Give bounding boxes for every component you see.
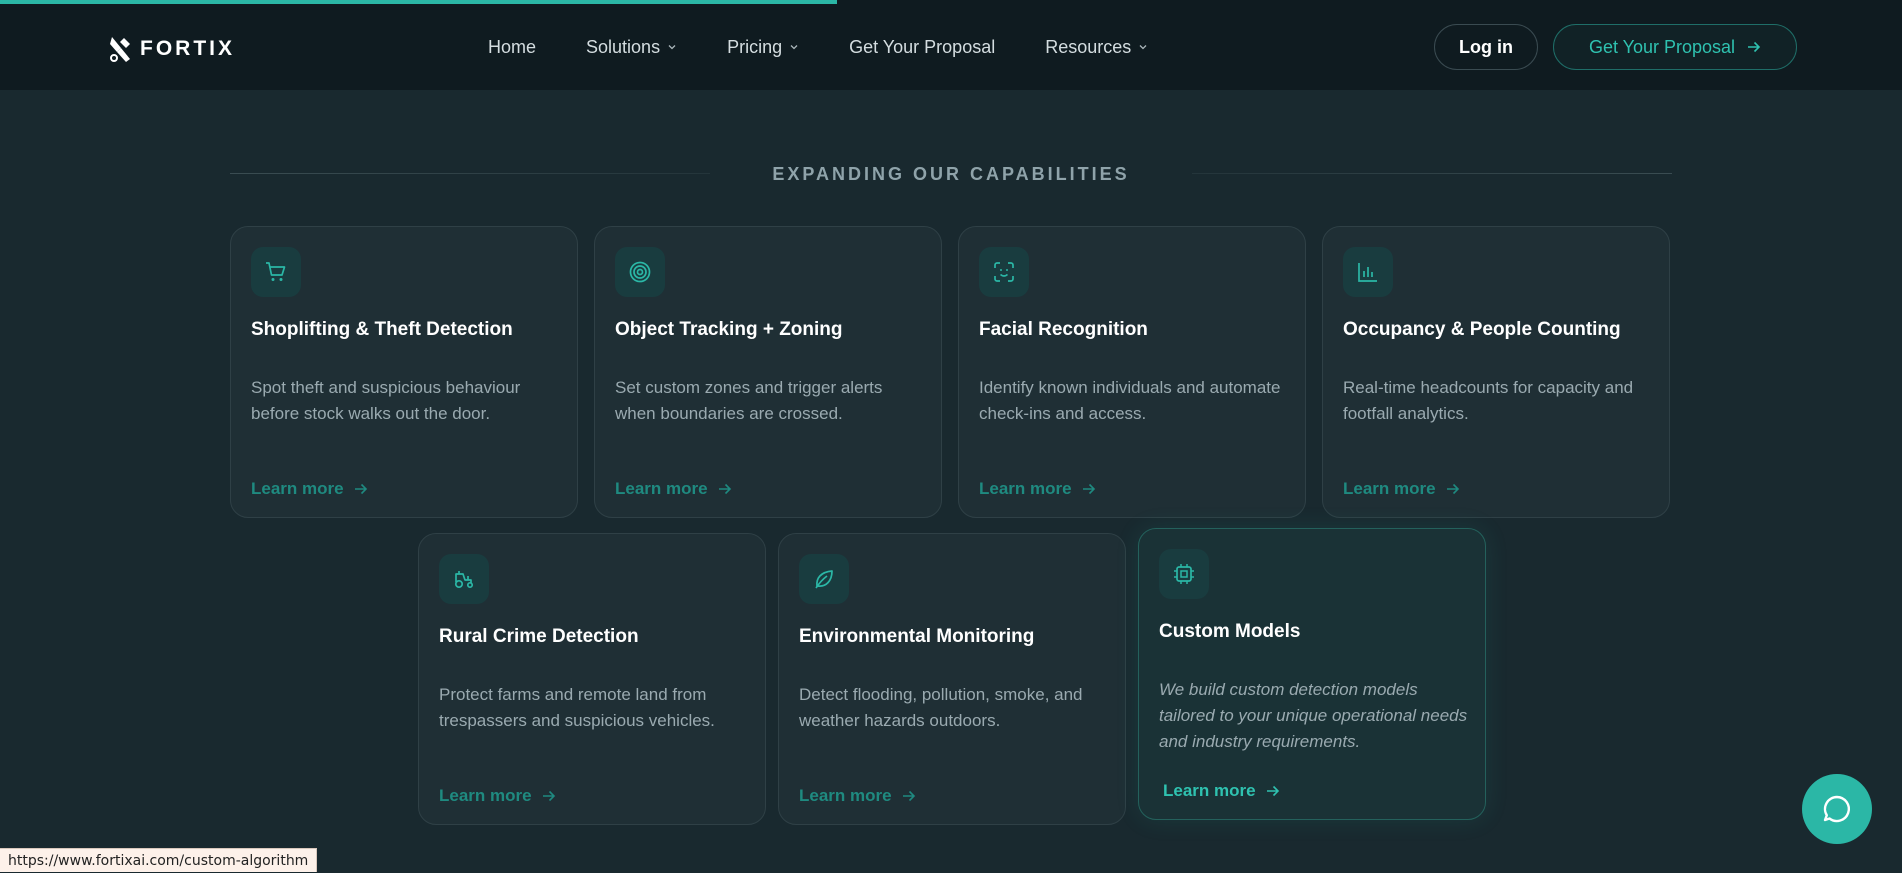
nav-solutions-label: Solutions [586, 36, 661, 57]
nav-get-your-proposal-label: Get Your Proposal [849, 36, 996, 57]
main-menu: Home Solutions Pricing Get Your Proposal… [488, 4, 1148, 90]
fortix-logo[interactable]: FORTIX [108, 34, 235, 64]
learn-more-link[interactable]: Learn more [1343, 479, 1460, 499]
divider-right [1192, 173, 1672, 174]
chat-bubble-icon [1823, 795, 1850, 823]
card-icon-box [251, 247, 301, 297]
card-custom-models[interactable]: Custom Models We build custom detection … [1138, 528, 1486, 820]
face-scan-icon [994, 262, 1014, 282]
section-title: EXPANDING OUR CAPABILITIES [772, 163, 1130, 184]
card-occupancy: Occupancy & People Counting Real-time he… [1322, 226, 1670, 518]
nav-get-your-proposal[interactable]: Get Your Proposal [849, 37, 995, 58]
nav-resources[interactable]: Resources [1045, 37, 1148, 58]
card-facial-recognition: Facial Recognition Identify known indivi… [958, 226, 1306, 518]
card-icon-box [1343, 247, 1393, 297]
bar-chart-icon [1358, 263, 1377, 282]
logo-text: FORTIX [140, 37, 235, 60]
card-title: Shoplifting & Theft Detection [251, 319, 513, 340]
learn-more-label: Learn more [1343, 479, 1436, 498]
nav-pricing-label: Pricing [727, 36, 783, 57]
learn-more-label: Learn more [251, 479, 344, 498]
top-navigation: FORTIX Home Solutions Pricing Get Your P… [0, 4, 1902, 90]
learn-more-link[interactable]: Learn more [615, 479, 732, 499]
card-description: Real-time headcounts for capacity and fo… [1343, 378, 1634, 423]
card-icon-box [799, 554, 849, 604]
card-description: We build custom detection models tailore… [1159, 680, 1468, 751]
cart-icon [266, 262, 286, 281]
card-description: Detect flooding, pollution, smoke, and w… [799, 685, 1083, 730]
card-icon-box [1159, 549, 1209, 599]
card-title: Object Tracking + Zoning [615, 319, 843, 340]
learn-more-label: Learn more [979, 479, 1072, 498]
nav-home[interactable]: Home [488, 37, 536, 58]
leaf-icon [815, 570, 833, 589]
learn-more-label: Learn more [799, 786, 892, 805]
nav-solutions[interactable]: Solutions [586, 37, 677, 58]
arrow-right-icon [718, 483, 731, 495]
chevron-down-icon [1139, 45, 1147, 50]
nav-resources-label: Resources [1045, 36, 1132, 57]
get-proposal-label: Get Your Proposal [1588, 36, 1736, 57]
card-title: Environmental Monitoring [799, 626, 1035, 647]
arrow-right-icon [902, 790, 915, 802]
learn-more-label: Learn more [1163, 781, 1256, 800]
learn-more-label: Learn more [439, 786, 532, 805]
fortix-logo-icon [110, 37, 130, 62]
card-title: Facial Recognition [979, 319, 1148, 340]
cpu-chip-icon [1174, 564, 1194, 584]
learn-more-link[interactable]: Learn more [439, 786, 556, 806]
chevron-down-icon [790, 45, 798, 50]
chevron-down-icon [668, 45, 676, 50]
target-icon [629, 261, 651, 283]
learn-more-link[interactable]: Learn more [799, 786, 916, 806]
tractor-icon [454, 571, 474, 589]
arrow-right-icon [1082, 483, 1095, 495]
learn-more-link[interactable]: Learn more [979, 479, 1096, 499]
chat-button[interactable] [1802, 774, 1872, 844]
learn-more-label: Learn more [615, 479, 708, 498]
learn-more-link[interactable]: Learn more [251, 479, 368, 499]
card-title: Custom Models [1159, 621, 1301, 642]
divider-left [230, 173, 710, 174]
card-object-tracking: Object Tracking + Zoning Set custom zone… [594, 226, 942, 518]
card-environmental: Environmental Monitoring Detect flooding… [778, 533, 1126, 825]
status-bar-url: https://www.fortixai.com/custom-algorith… [0, 848, 318, 872]
arrow-right-icon [1446, 483, 1459, 495]
get-proposal-button[interactable]: Get Your Proposal [1553, 24, 1797, 70]
card-description: Set custom zones and trigger alerts when… [615, 378, 883, 423]
section-heading: EXPANDING OUR CAPABILITIES [230, 162, 1672, 186]
learn-more-link[interactable]: Learn more [1163, 781, 1280, 801]
card-description: Spot theft and suspicious behaviour befo… [251, 378, 521, 423]
nav-pricing[interactable]: Pricing [727, 37, 799, 58]
card-rural-crime: Rural Crime Detection Protect farms and … [418, 533, 766, 825]
nav-home-label: Home [488, 36, 537, 57]
card-title: Occupancy & People Counting [1343, 319, 1621, 340]
card-icon-box [439, 554, 489, 604]
card-icon-box [979, 247, 1029, 297]
arrow-right-icon [542, 790, 555, 802]
arrow-right-icon [1748, 41, 1761, 53]
login-button[interactable]: Log in [1434, 24, 1538, 70]
card-description: Identify known individuals and automate … [979, 378, 1281, 423]
card-shoplifting: Shoplifting & Theft Detection Spot theft… [230, 226, 578, 518]
card-description: Protect farms and remote land from tresp… [439, 685, 715, 730]
card-icon-box [615, 247, 665, 297]
card-title: Rural Crime Detection [439, 626, 639, 647]
arrow-right-icon [1266, 785, 1279, 797]
arrow-right-icon [354, 483, 367, 495]
